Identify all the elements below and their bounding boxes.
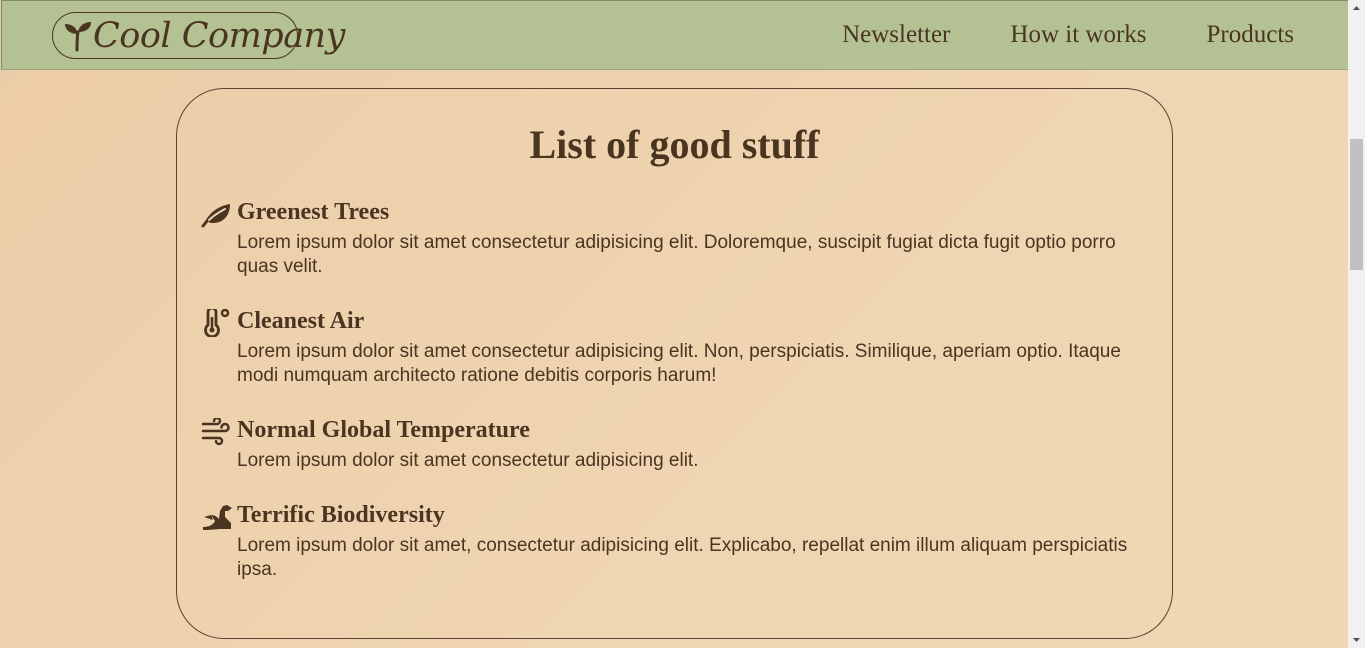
item-description: Lorem ipsum dolor sit amet consectetur a…	[237, 341, 1121, 386]
item-heading: Normal Global Temperature	[237, 417, 530, 443]
wind-icon	[201, 418, 230, 446]
card-title: List of good stuff	[529, 122, 820, 167]
item-heading: Terrific Biodiversity	[237, 502, 445, 528]
nav-newsletter[interactable]: Newsletter	[842, 20, 950, 50]
nav-products[interactable]: Products	[1207, 20, 1295, 50]
vertical-scrollbar[interactable]	[1348, 0, 1365, 648]
logo-link[interactable]: Cool Company	[52, 12, 345, 59]
item-description: Lorem ipsum dolor sit amet consectetur a…	[237, 450, 699, 471]
scrollbar-thumb[interactable]	[1350, 139, 1363, 270]
item-heading: Greenest Trees	[237, 199, 390, 225]
item-description: Lorem ipsum dolor sit amet consectetur a…	[237, 232, 1116, 277]
sprout-icon	[65, 22, 91, 52]
main-nav: Newsletter How it works Products	[782, 20, 1294, 50]
item-description: Lorem ipsum dolor sit amet, consectetur …	[237, 535, 1128, 580]
item-heading: Cleanest Air	[237, 308, 365, 334]
logo-text: Cool Company	[93, 16, 345, 56]
scroll-up-arrow-icon[interactable]	[1348, 0, 1365, 17]
page-viewport: Cool Company Newsletter How it works Pro…	[0, 0, 1348, 648]
thermometer-icon	[204, 309, 230, 337]
good-stuff-card: List of good stuff Greenest Trees Lorem …	[176, 88, 1173, 639]
scroll-down-arrow-icon[interactable]	[1348, 631, 1365, 648]
nav-how-it-works[interactable]: How it works	[1010, 20, 1146, 50]
leaf-icon	[201, 204, 230, 228]
dragon-icon	[203, 505, 232, 530]
site-header: Cool Company Newsletter How it works Pro…	[1, 0, 1348, 70]
